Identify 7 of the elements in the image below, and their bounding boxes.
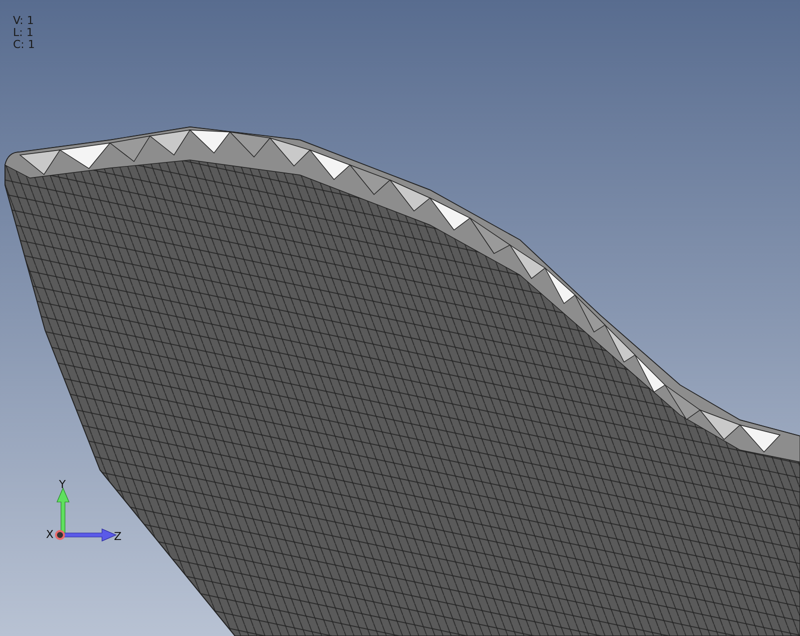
stat-text: V: 1 (13, 15, 35, 27)
axis-label: X (46, 528, 54, 541)
3d-viewport[interactable]: V: 1 L: 1 C: 1 Y X Z (0, 0, 800, 636)
stat-text: C: 1 (13, 39, 35, 51)
stat-text: L: 1 (13, 27, 34, 39)
axis-label: Z (114, 530, 122, 543)
axis-label: Y (59, 478, 66, 491)
